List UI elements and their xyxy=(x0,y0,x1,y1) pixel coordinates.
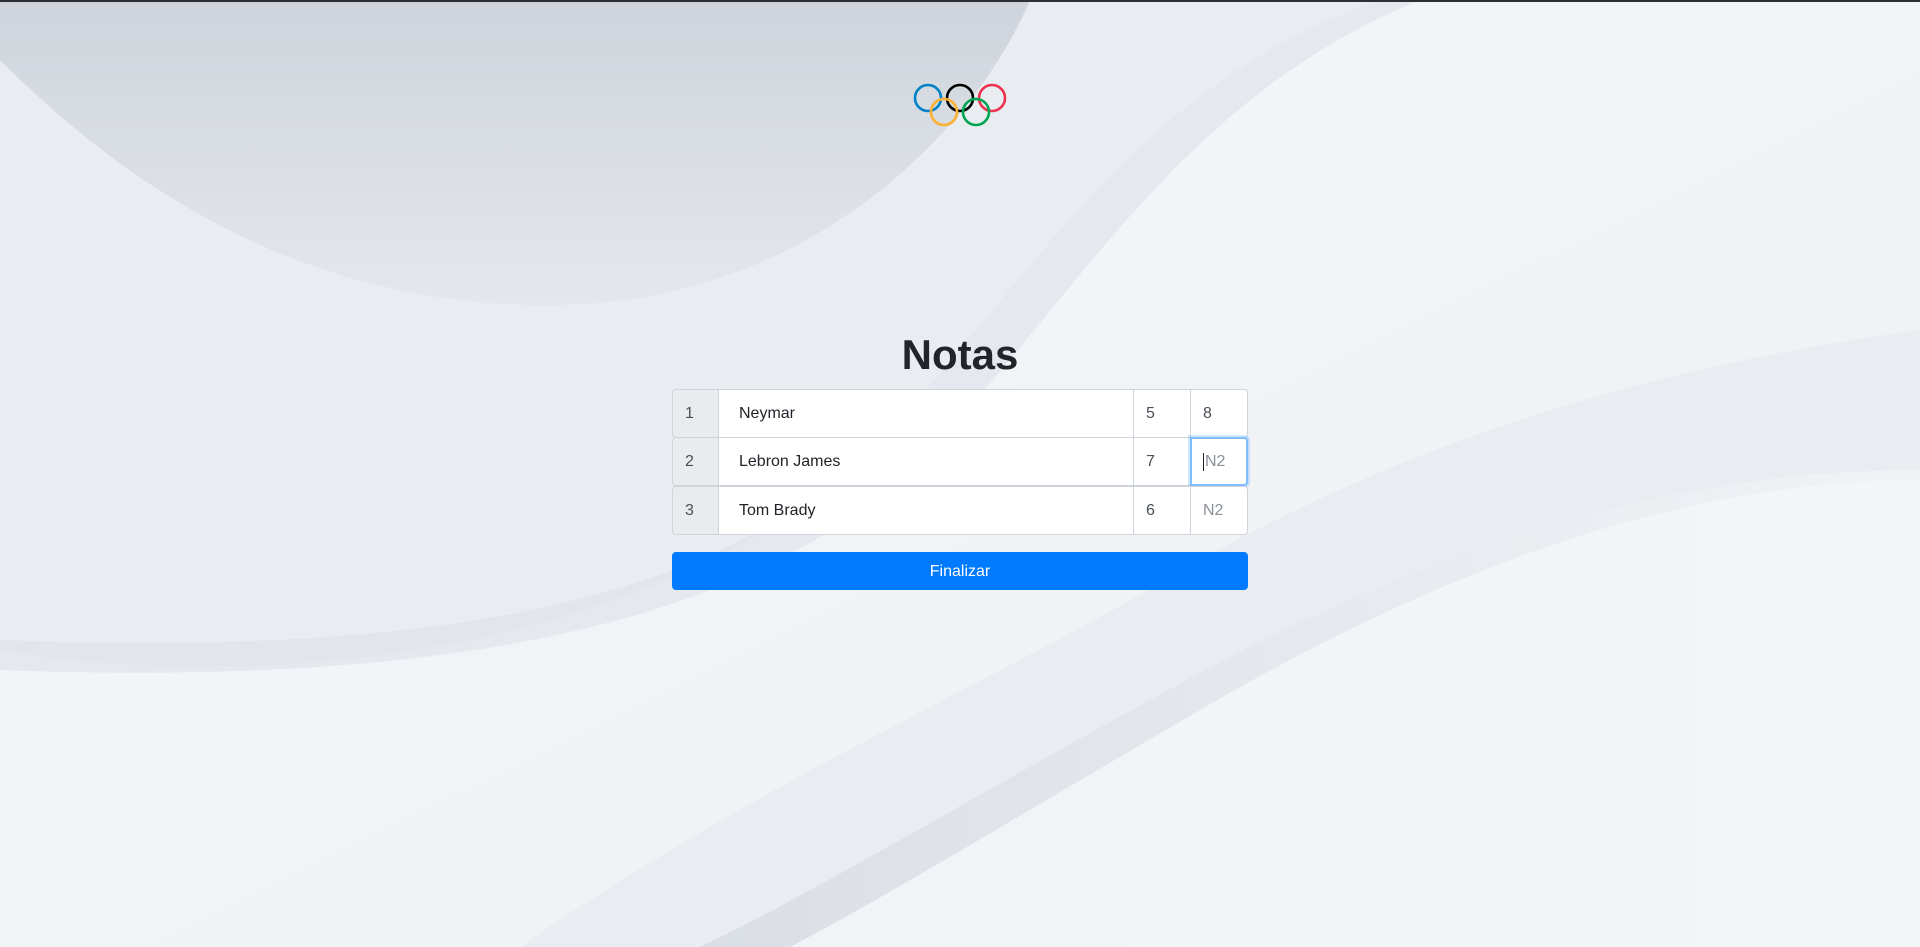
row-index: 1 xyxy=(672,389,719,438)
n2-grade-field[interactable]: 8 xyxy=(1190,389,1248,438)
top-border xyxy=(0,0,1920,2)
student-name-field[interactable]: Lebron James xyxy=(718,437,1134,486)
finalize-button[interactable]: Finalizar xyxy=(672,552,1248,590)
n2-placeholder: N2 xyxy=(1205,452,1226,470)
n2-grade-field[interactable]: N2 xyxy=(1190,486,1248,535)
n2-grade-field[interactable]: N2 xyxy=(1190,437,1248,486)
n1-grade-field[interactable]: 7 xyxy=(1133,437,1191,486)
row-index: 2 xyxy=(672,437,719,486)
olympic-rings-icon xyxy=(913,82,1007,128)
grades-table: 1 Neymar 5 8 2 Lebron James 7 N2 3 Tom B… xyxy=(672,389,1248,536)
table-row: 2 Lebron James 7 N2 xyxy=(672,437,1248,487)
text-caret xyxy=(1203,452,1204,471)
student-name-field[interactable]: Tom Brady xyxy=(718,486,1134,535)
n1-grade-field[interactable]: 5 xyxy=(1133,389,1191,438)
n2-placeholder: N2 xyxy=(1203,501,1224,519)
row-index: 3 xyxy=(672,486,719,535)
page-title: Notas xyxy=(901,331,1019,378)
n1-grade-field[interactable]: 6 xyxy=(1133,486,1191,535)
table-row: 3 Tom Brady 6 N2 xyxy=(672,486,1248,536)
student-name-field[interactable]: Neymar xyxy=(718,389,1134,438)
table-row: 1 Neymar 5 8 xyxy=(672,389,1248,438)
